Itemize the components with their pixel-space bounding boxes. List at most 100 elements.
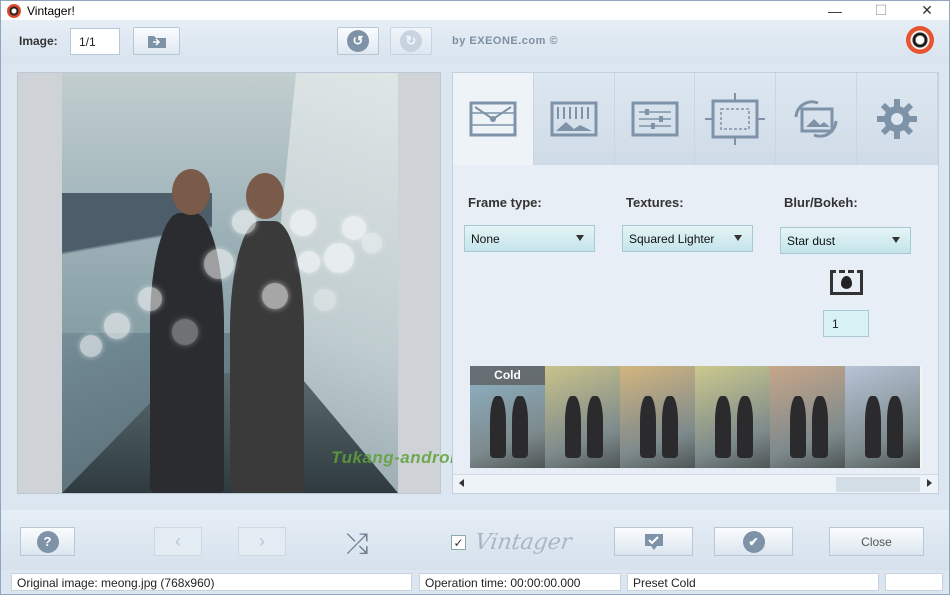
close-window-button[interactable]: ✕ bbox=[904, 1, 950, 20]
chevron-down-icon bbox=[576, 235, 584, 241]
checkmark-box-icon bbox=[644, 533, 663, 550]
preset-thumbnail[interactable] bbox=[695, 366, 770, 468]
thumbnail-figure bbox=[737, 396, 753, 458]
maximize-button[interactable]: ☐ bbox=[858, 1, 904, 20]
frame-type-label: Frame type: bbox=[468, 195, 542, 210]
blur-bokeh-value: Star dust bbox=[787, 233, 836, 248]
save-button[interactable]: ✔ bbox=[714, 527, 793, 556]
textures-label: Textures: bbox=[626, 195, 684, 210]
thumbnail-figure bbox=[512, 396, 528, 458]
bokeh-dot bbox=[204, 249, 234, 279]
help-icon: ? bbox=[36, 530, 59, 553]
vintager-wordmark: Vintager bbox=[473, 530, 574, 555]
thumbnail-figure bbox=[490, 396, 506, 458]
thumbnail-figure bbox=[812, 396, 828, 458]
tab-textures[interactable] bbox=[533, 73, 615, 165]
previous-button[interactable]: ‹ bbox=[154, 527, 202, 556]
bokeh-dot bbox=[362, 233, 382, 253]
status-original-image: Original image: meong.jpg (768x960) bbox=[11, 573, 412, 591]
image-preview-panel bbox=[17, 72, 441, 494]
window-title: Vintager! bbox=[27, 3, 75, 18]
minimize-button[interactable]: — bbox=[812, 1, 858, 20]
brand-text: by EXEONE.com © bbox=[452, 35, 559, 47]
blur-amount-input[interactable]: 1 bbox=[823, 310, 869, 337]
bokeh-dot bbox=[290, 210, 316, 236]
chevron-down-icon bbox=[892, 237, 900, 243]
thumbnail-figure bbox=[640, 396, 656, 458]
frame-type-dropdown[interactable]: None bbox=[464, 225, 595, 252]
bokeh-dot bbox=[138, 287, 162, 311]
status-extra bbox=[885, 573, 943, 591]
next-button[interactable]: › bbox=[238, 527, 286, 556]
chevron-left-icon: ‹ bbox=[175, 531, 181, 551]
preset-thumbnail[interactable]: Cold bbox=[470, 366, 545, 468]
tool-tabs bbox=[453, 73, 938, 165]
apply-preset-button[interactable] bbox=[614, 527, 693, 556]
status-preset: Preset Cold bbox=[627, 573, 879, 591]
preset-thumbnail[interactable] bbox=[620, 366, 695, 468]
textures-value: Squared Lighter bbox=[629, 231, 715, 246]
open-folder-button[interactable] bbox=[133, 27, 180, 55]
preview-photo bbox=[62, 73, 398, 493]
preset-strip: Cold bbox=[470, 366, 922, 468]
gear-icon bbox=[877, 99, 918, 139]
shuffle-icon[interactable]: ⤮ bbox=[346, 528, 368, 561]
tab-settings[interactable] bbox=[857, 73, 938, 165]
preset-thumbnail-label: Cold bbox=[470, 366, 545, 385]
frame-icon bbox=[469, 101, 517, 137]
tab-adjustments[interactable] bbox=[614, 73, 696, 165]
photo-head-left bbox=[172, 169, 210, 215]
blur-bokeh-dropdown[interactable]: Star dust bbox=[780, 227, 911, 254]
image-label: Image: bbox=[19, 34, 58, 48]
folder-icon bbox=[147, 36, 166, 48]
preset-scrollbar[interactable] bbox=[453, 474, 938, 493]
toolbar: Image: 1/1 ↺ ↻ by EXEONE.com © bbox=[1, 20, 949, 64]
status-bar: Original image: meong.jpg (768x960) Oper… bbox=[1, 570, 949, 594]
bokeh-dot bbox=[104, 313, 130, 339]
vintager-logo-icon[interactable] bbox=[906, 26, 934, 54]
frame-type-value: None bbox=[471, 231, 500, 246]
close-button[interactable]: Close bbox=[829, 527, 924, 556]
thumbnail-figure bbox=[790, 396, 806, 458]
drop-icon bbox=[830, 270, 863, 295]
undo-icon: ↺ bbox=[347, 30, 369, 52]
bokeh-dot bbox=[80, 335, 102, 357]
crop-icon bbox=[705, 93, 766, 145]
preset-thumbnail[interactable] bbox=[545, 366, 620, 468]
bokeh-dot bbox=[262, 283, 288, 309]
status-operation-time: Operation time: 00:00:00.000 bbox=[419, 573, 621, 591]
check-circle-icon: ✔ bbox=[742, 530, 765, 553]
vintager-enable-checkbox[interactable]: ✓ bbox=[451, 535, 466, 550]
photo-person-right bbox=[230, 221, 304, 493]
tab-frame[interactable] bbox=[453, 73, 534, 165]
bottom-bar: ? ‹ › ⤮ ✓ Vintager ✔ Close bbox=[1, 510, 949, 570]
watermark-text: Tukang-android bbox=[331, 448, 467, 467]
bokeh-dot bbox=[324, 243, 354, 273]
bokeh-dot bbox=[342, 216, 366, 240]
tab-crop[interactable] bbox=[695, 73, 777, 165]
image-index-input[interactable]: 1/1 bbox=[70, 28, 120, 55]
undo-button[interactable]: ↺ bbox=[337, 27, 379, 55]
thumbnail-figure bbox=[865, 396, 881, 458]
thumbnail-figure bbox=[565, 396, 581, 458]
help-button[interactable]: ? bbox=[20, 527, 75, 556]
bokeh-dot bbox=[232, 210, 256, 234]
scroll-right-icon[interactable] bbox=[927, 479, 932, 487]
settings-panel: Frame type: None Textures: Squared Light… bbox=[452, 72, 939, 494]
thumbnail-figure bbox=[887, 396, 903, 458]
preset-thumbnail[interactable] bbox=[770, 366, 845, 468]
scrollbar-thumb[interactable] bbox=[836, 477, 920, 492]
app-window: Vintager! — ☐ ✕ Image: 1/1 ↺ ↻ by EXEONE… bbox=[0, 0, 950, 595]
thumbnail-figure bbox=[715, 396, 731, 458]
redo-button[interactable]: ↻ bbox=[390, 27, 432, 55]
bokeh-dot bbox=[172, 319, 198, 345]
textures-dropdown[interactable]: Squared Lighter bbox=[622, 225, 753, 252]
blur-bokeh-label: Blur/Bokeh: bbox=[784, 195, 858, 210]
bokeh-dot bbox=[298, 251, 320, 273]
scroll-left-icon[interactable] bbox=[459, 479, 464, 487]
bokeh-dot bbox=[314, 289, 336, 311]
rotate-icon bbox=[794, 100, 838, 138]
thumbnail-figure bbox=[662, 396, 678, 458]
tab-rotate[interactable] bbox=[776, 73, 858, 165]
preset-thumbnail[interactable] bbox=[845, 366, 920, 468]
